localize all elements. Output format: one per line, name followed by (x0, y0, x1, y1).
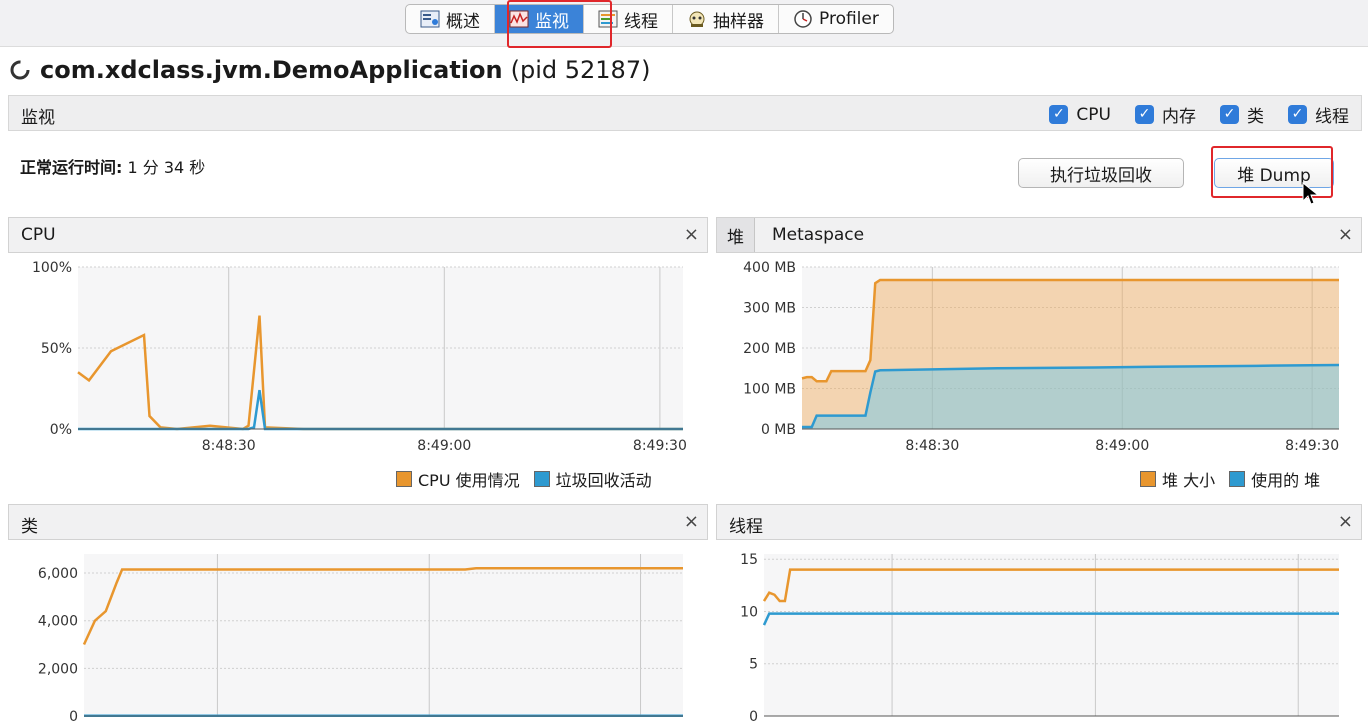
overview-icon (420, 10, 440, 28)
legend-swatch (533, 471, 550, 487)
tab-metaspace[interactable]: Metaspace (762, 218, 874, 252)
legend-item: CPU 使用情况 (396, 467, 520, 491)
app-name: com.xdclass.jvm.DemoApplication (40, 56, 503, 84)
checkmark-icon: ✓ (1288, 105, 1307, 124)
checkmark-icon: ✓ (1049, 105, 1069, 124)
y-tick-label: 50% (41, 341, 72, 357)
legend-label: 使用的 堆 (1251, 471, 1321, 490)
checkmark-icon: ✓ (1220, 105, 1239, 124)
y-tick-label: 0 (749, 709, 758, 725)
y-tick-label: 400 MB (743, 260, 796, 276)
x-tick-label: 8:48:30 (905, 438, 959, 454)
plot-area (764, 554, 1339, 716)
sampler-icon (687, 10, 707, 28)
cpu-legend: CPU 使用情况 垃圾回收活动 (396, 467, 652, 491)
uptime-value: 1 分 34 秒 (127, 158, 206, 177)
cpu-chart: 0% 50% 100% 8:48:30 8:49:00 8:49:30 (32, 260, 687, 454)
mouse-cursor-icon (1302, 181, 1320, 212)
page-title: com.xdclass.jvm.DemoApplication (pid 521… (8, 56, 650, 84)
y-tick-label: 6,000 (38, 566, 78, 582)
legend-item: 垃圾回收活动 (533, 467, 652, 491)
plot-area (78, 267, 683, 429)
classes-panel-title: 类 (21, 517, 38, 537)
gc-button[interactable]: 执行垃圾回收 (1018, 158, 1184, 188)
checkbox-threads-label: 线程 (1315, 107, 1349, 127)
cpu-panel-title: CPU (21, 225, 56, 245)
legend-swatch (1229, 471, 1246, 487)
legend-swatch (396, 471, 412, 487)
classes-chart: 0 2,000 4,000 6,000 (38, 554, 683, 725)
legend-swatch (1140, 471, 1156, 487)
y-tick-label: 300 MB (743, 301, 796, 317)
monitor-section-label: 监视 (21, 108, 55, 128)
profiler-icon (793, 10, 813, 28)
tab-threads-label: 线程 (624, 11, 658, 32)
tab-overview[interactable]: 概述 (406, 5, 495, 33)
x-tick-label: 8:49:30 (1285, 438, 1339, 454)
y-tick-label: 100% (32, 260, 72, 276)
legend-label: 垃圾回收活动 (555, 471, 652, 490)
tab-sampler[interactable]: 抽样器 (673, 5, 779, 33)
monitor-section-bar: 监视 ✓ CPU ✓ 内存 ✓ 类 ✓ 线程 (8, 95, 1362, 131)
legend-label: 堆 大小 (1162, 471, 1216, 490)
y-tick-label: 5 (749, 657, 758, 673)
checkbox-cpu-label: CPU (1076, 104, 1111, 125)
legend-item: 使用的 堆 (1229, 467, 1320, 491)
tab-monitor[interactable]: 监视 (495, 5, 584, 33)
close-icon[interactable]: × (684, 224, 699, 245)
heap-legend: 堆 大小 使用的 堆 (1140, 467, 1320, 491)
app-pid: (pid 52187) (510, 56, 651, 84)
close-icon[interactable]: × (1338, 224, 1353, 245)
y-tick-label: 10 (740, 604, 758, 620)
threads-icon (598, 10, 618, 28)
y-tick-label: 4,000 (38, 614, 78, 630)
series-area (802, 365, 1339, 429)
threads-chart: 0 5 10 15 (740, 552, 1339, 725)
checkbox-cpu[interactable]: ✓ CPU (1049, 102, 1111, 127)
checkbox-memory[interactable]: ✓ 内存 (1135, 102, 1196, 127)
heap-chart: 0 MB 100 MB 200 MB 300 MB 400 MB 8:48:30 8:49:… (743, 260, 1339, 454)
y-tick-label: 0% (50, 422, 72, 438)
monitor-checkboxes: ✓ CPU ✓ 内存 ✓ 类 ✓ 线程 (1049, 102, 1349, 127)
cpu-panel-header: CPU × (8, 217, 708, 253)
close-icon[interactable]: × (684, 511, 699, 532)
tab-profiler-label: Profiler (819, 9, 879, 29)
tab-threads[interactable]: 线程 (584, 5, 673, 33)
threads-panel-header: 线程 × (716, 504, 1362, 540)
y-tick-label: 200 MB (743, 341, 796, 357)
checkbox-classes-label: 类 (1247, 107, 1264, 127)
tab-overview-label: 概述 (446, 11, 480, 32)
legend-label: CPU 使用情况 (418, 471, 520, 490)
checkbox-classes[interactable]: ✓ 类 (1220, 102, 1264, 127)
x-tick-label: 8:49:00 (417, 438, 471, 454)
checkbox-threads[interactable]: ✓ 线程 (1288, 102, 1349, 127)
checkmark-icon: ✓ (1135, 105, 1154, 124)
loading-spinner-icon (10, 60, 30, 80)
uptime-label: 正常运行时间: (20, 158, 123, 177)
y-tick-label: 0 MB (761, 422, 796, 438)
y-tick-label: 0 (69, 709, 78, 725)
checkbox-memory-label: 内存 (1162, 107, 1196, 127)
legend-item: 堆 大小 (1140, 467, 1215, 491)
uptime: 正常运行时间: 1 分 34 秒 (20, 154, 205, 178)
tab-heap[interactable]: 堆 (717, 218, 755, 252)
tab-monitor-label: 监视 (535, 11, 569, 32)
y-tick-label: 15 (740, 552, 758, 568)
monitor-icon (509, 10, 529, 28)
x-tick-label: 8:49:30 (633, 438, 687, 454)
tab-profiler[interactable]: Profiler (779, 5, 893, 33)
close-icon[interactable]: × (1338, 511, 1353, 532)
plot-area (84, 554, 683, 716)
memory-panel-header: 堆 Metaspace × (716, 217, 1362, 253)
tab-sampler-label: 抽样器 (713, 11, 764, 32)
classes-panel-header: 类 × (8, 504, 708, 540)
x-tick-label: 8:48:30 (202, 438, 256, 454)
x-tick-label: 8:49:00 (1095, 438, 1149, 454)
main-tabs: 概述 监视 线程 抽样器 Profiler (405, 4, 894, 34)
threads-panel-title: 线程 (729, 517, 763, 537)
y-tick-label: 100 MB (743, 382, 796, 398)
y-tick-label: 2,000 (38, 661, 78, 677)
